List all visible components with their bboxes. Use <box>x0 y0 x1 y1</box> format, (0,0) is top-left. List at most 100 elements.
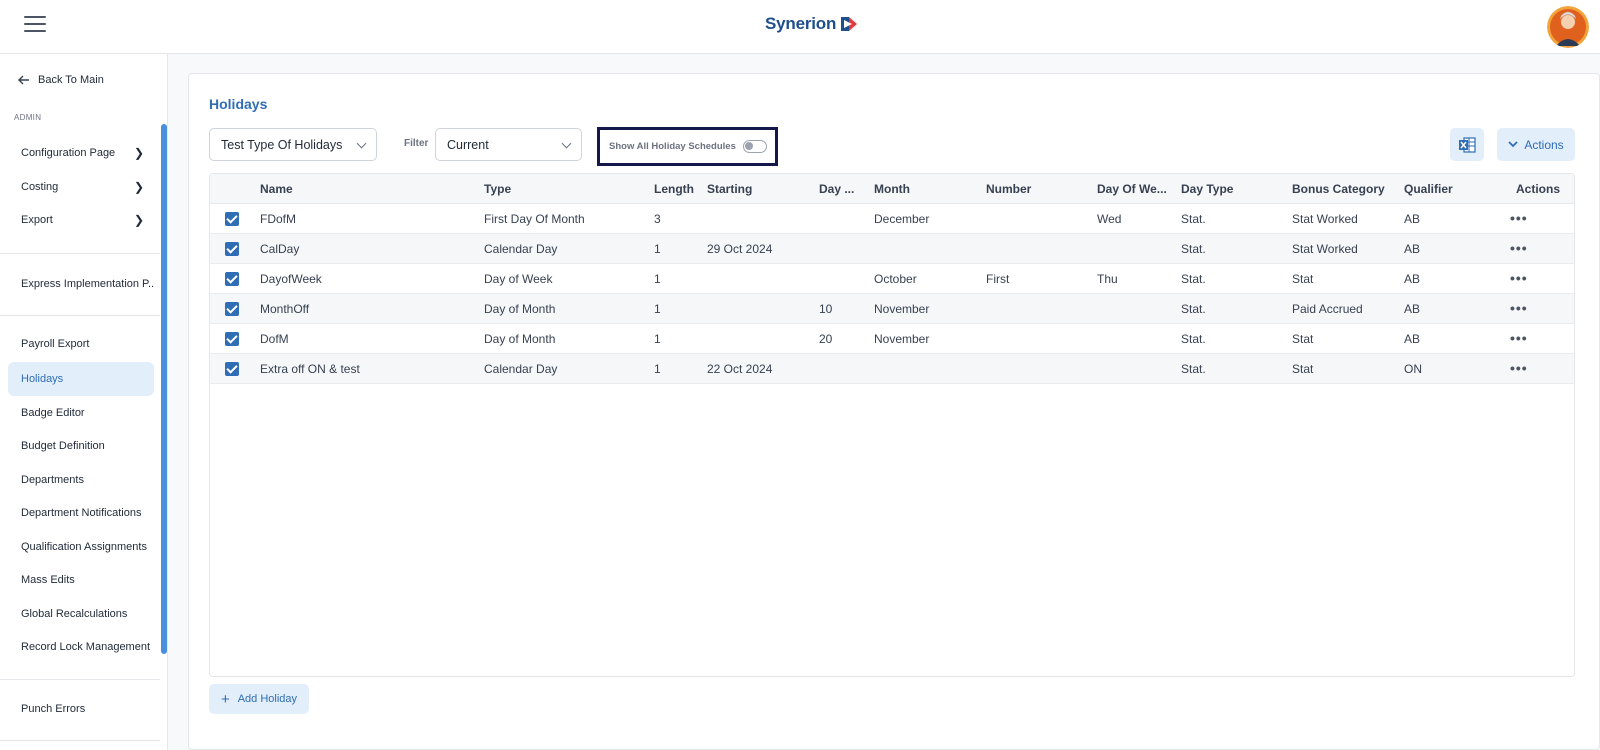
cell-name: MonthOff <box>260 302 310 316</box>
sidebar-item-holidays[interactable]: Holidays <box>8 362 154 396</box>
synerion-logo[interactable]: Synerion <box>765 14 858 34</box>
row-checkbox[interactable] <box>225 362 239 376</box>
sidebar-divider <box>0 315 160 316</box>
table-row[interactable]: DofM Day of Month 1 20 November Stat. Stat AB ••… <box>210 324 1574 354</box>
column-header-day-of-week[interactable]: Day Of We... <box>1097 182 1167 196</box>
row-checkbox[interactable] <box>225 212 239 226</box>
row-checkbox[interactable] <box>225 242 239 256</box>
cell-day-type: Stat. <box>1181 272 1206 286</box>
column-header-name[interactable]: Name <box>260 182 293 196</box>
cell-type: Day of Week <box>484 272 553 286</box>
sidebar-item-label: Export <box>21 214 53 226</box>
column-header-bonus-category[interactable]: Bonus Category <box>1292 182 1385 196</box>
sidebar-item-departments[interactable]: Departments <box>8 465 154 495</box>
table-row[interactable]: MonthOff Day of Month 1 10 November Stat. Paid… <box>210 294 1574 324</box>
holidays-table: Name Type Length Starting Day ... Month … <box>209 173 1575 677</box>
actions-label: Actions <box>1524 137 1564 152</box>
cell-qualifier: AB <box>1404 302 1421 316</box>
user-avatar-icon[interactable] <box>1547 6 1589 48</box>
sidebar-item-budget-definition[interactable]: Budget Definition <box>8 431 154 461</box>
sidebar-item-qualification-assignments[interactable]: Qualification Assignments <box>8 532 154 562</box>
table-row[interactable]: DayofWeek Day of Week 1 October First Thu Stat… <box>210 264 1574 294</box>
column-header-length[interactable]: Length <box>654 182 694 196</box>
row-checkbox[interactable] <box>225 332 239 346</box>
sidebar-item-express-implementation[interactable]: Express Implementation P... <box>8 269 154 299</box>
column-header-starting[interactable]: Starting <box>707 182 752 196</box>
sidebar-divider <box>0 740 160 741</box>
filter-value: Current <box>447 137 489 152</box>
row-actions-menu-icon[interactable]: ••• <box>1510 240 1528 256</box>
toggle-knob <box>744 142 753 150</box>
cell-length: 3 <box>654 212 661 226</box>
top-bar: Synerion <box>0 0 1600 54</box>
cell-day-of-week: Thu <box>1097 272 1118 286</box>
cell-qualifier: AB <box>1404 332 1421 346</box>
back-to-main-link[interactable]: Back To Main <box>18 74 104 86</box>
table-row[interactable]: Extra off ON & test Calendar Day 1 22 Oct 2… <box>210 354 1574 384</box>
cell-qualifier: AB <box>1404 212 1421 226</box>
sidebar-item-label: Department Notifications <box>21 507 142 519</box>
cell-day-type: Stat. <box>1181 302 1206 316</box>
column-header-day[interactable]: Day ... <box>819 182 854 196</box>
column-header-month[interactable]: Month <box>874 182 910 196</box>
sidebar-item-department-notifications[interactable]: Department Notifications <box>8 498 154 528</box>
sidebar-item-punch-errors[interactable]: Punch Errors <box>8 694 154 724</box>
cell-month: November <box>874 332 930 346</box>
cell-bonus-category: Stat Worked <box>1292 242 1358 256</box>
holiday-type-select[interactable]: Test Type Of Holidays <box>209 128 377 161</box>
cell-name: CalDay <box>260 242 300 256</box>
chevron-down-icon <box>1508 141 1518 148</box>
row-checkbox[interactable] <box>225 272 239 286</box>
cell-day-of-week: Wed <box>1097 212 1122 226</box>
chevron-right-icon: ❯ <box>133 146 144 160</box>
sidebar-item-mass-edits[interactable]: Mass Edits <box>8 565 154 595</box>
cell-qualifier: AB <box>1404 242 1421 256</box>
page-title: Holidays <box>209 96 268 112</box>
row-actions-menu-icon[interactable]: ••• <box>1510 270 1528 286</box>
show-all-schedules-toggle[interactable] <box>742 140 767 153</box>
sidebar-item-label: Mass Edits <box>21 574 75 586</box>
sidebar-item-payroll-export[interactable]: Payroll Export <box>8 329 154 359</box>
sidebar-item-label: Global Recalculations <box>21 608 128 620</box>
add-holiday-label: Add Holiday <box>237 693 298 705</box>
sidebar-item-record-lock-management[interactable]: Record Lock Management <box>8 632 154 662</box>
add-holiday-button[interactable]: + Add Holiday <box>209 684 309 714</box>
cell-name: DofM <box>260 332 289 346</box>
cell-length: 1 <box>654 272 661 286</box>
row-checkbox[interactable] <box>225 302 239 316</box>
row-actions-menu-icon[interactable]: ••• <box>1510 300 1528 316</box>
sidebar-item-label: Budget Definition <box>21 440 105 452</box>
sidebar-item-label: Holidays <box>21 373 64 385</box>
table-row[interactable]: CalDay Calendar Day 1 29 Oct 2024 Stat. Stat … <box>210 234 1574 264</box>
row-actions-menu-icon[interactable]: ••• <box>1510 210 1528 226</box>
holiday-type-value: Test Type Of Holidays <box>221 137 343 152</box>
cell-month: December <box>874 212 930 226</box>
filter-select[interactable]: Current <box>435 128 582 161</box>
hamburger-icon[interactable] <box>24 16 46 36</box>
sidebar-item-global-recalculations[interactable]: Global Recalculations <box>8 599 154 629</box>
sidebar-item-configuration-page[interactable]: Configuration Page ❯ <box>8 138 154 168</box>
column-header-day-type[interactable]: Day Type <box>1181 182 1233 196</box>
cell-day-type: Stat. <box>1181 212 1206 226</box>
sidebar-item-costing[interactable]: Costing ❯ <box>8 172 154 202</box>
sidebar-item-export[interactable]: Export ❯ <box>8 205 154 235</box>
row-actions-menu-icon[interactable]: ••• <box>1510 330 1528 346</box>
sidebar-item-label: Payroll Export <box>21 338 90 350</box>
cell-day-type: Stat. <box>1181 362 1206 376</box>
column-header-number[interactable]: Number <box>986 182 1031 196</box>
column-header-type[interactable]: Type <box>484 182 511 196</box>
sidebar-item-badge-editor[interactable]: Badge Editor <box>8 398 154 428</box>
excel-export-button[interactable] <box>1450 128 1484 161</box>
actions-button[interactable]: Actions <box>1497 128 1575 161</box>
sidebar: Back To Main ADMIN Configuration Page ❯ … <box>0 54 168 750</box>
cell-qualifier: ON <box>1404 362 1422 376</box>
table-row[interactable]: FDofM First Day Of Month 3 December Wed Stat.… <box>210 204 1574 234</box>
chevron-right-icon: ❯ <box>133 180 144 194</box>
row-actions-menu-icon[interactable]: ••• <box>1510 360 1528 376</box>
column-header-qualifier[interactable]: Qualifier <box>1404 182 1453 196</box>
cell-qualifier: AB <box>1404 272 1421 286</box>
cell-bonus-category: Stat <box>1292 332 1314 346</box>
sidebar-item-label: Qualification Assignments <box>21 541 147 553</box>
sidebar-scrollbar[interactable] <box>161 124 167 654</box>
sidebar-item-label: Configuration Page <box>21 147 116 159</box>
